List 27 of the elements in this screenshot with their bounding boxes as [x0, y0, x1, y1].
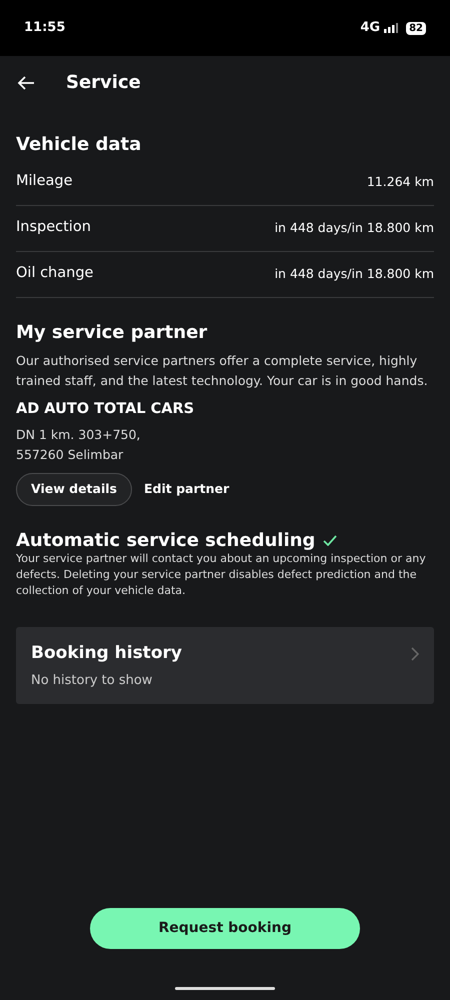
row-value: 11.264 km [366, 172, 434, 191]
page-title: Service [66, 72, 141, 94]
row-label: Oil change [16, 264, 94, 284]
card-subtitle: No history to show [31, 672, 154, 690]
card-title: Booking history [31, 642, 182, 666]
description: Our authorised service partners offer a complete service, highly trained staff, and the latest technology. Your car is in good hands. [16, 352, 429, 390]
back-icon[interactable] [16, 75, 36, 91]
section-title: My service partner [16, 322, 208, 344]
booking-history-card[interactable]: Booking history No history to show [16, 627, 434, 704]
row-value: in 448 days/in 18.800 km [274, 218, 434, 237]
view-details-button[interactable]: View details [16, 472, 132, 506]
section-title: Automatic service scheduling [16, 530, 316, 552]
description: Your service partner will contact you about an upcoming inspection or any defects. Deleting your service partner disables defect prediction and the collection of your vehicle data. [16, 551, 427, 600]
row-value: in 448 days/in 18.800 km [274, 264, 434, 283]
row-label: Mileage [16, 172, 72, 192]
partner-name: AD AUTO TOTAL CARS [16, 400, 196, 420]
section-title: Vehicle data [16, 134, 142, 156]
battery-level: 82 [406, 22, 426, 34]
chevron-icon [411, 647, 419, 662]
address-line: DN 1 km. 303+750, [16, 426, 142, 444]
address-line: 557260 Selimbar [16, 446, 124, 464]
clock: 11:55 [24, 19, 66, 38]
network-type: 4G [360, 19, 380, 38]
signal-icon [384, 23, 398, 33]
row-label: Inspection [16, 218, 91, 238]
request-booking-button[interactable]: Request booking [90, 908, 360, 949]
edit-partner-link[interactable]: Edit partner [140, 474, 234, 505]
